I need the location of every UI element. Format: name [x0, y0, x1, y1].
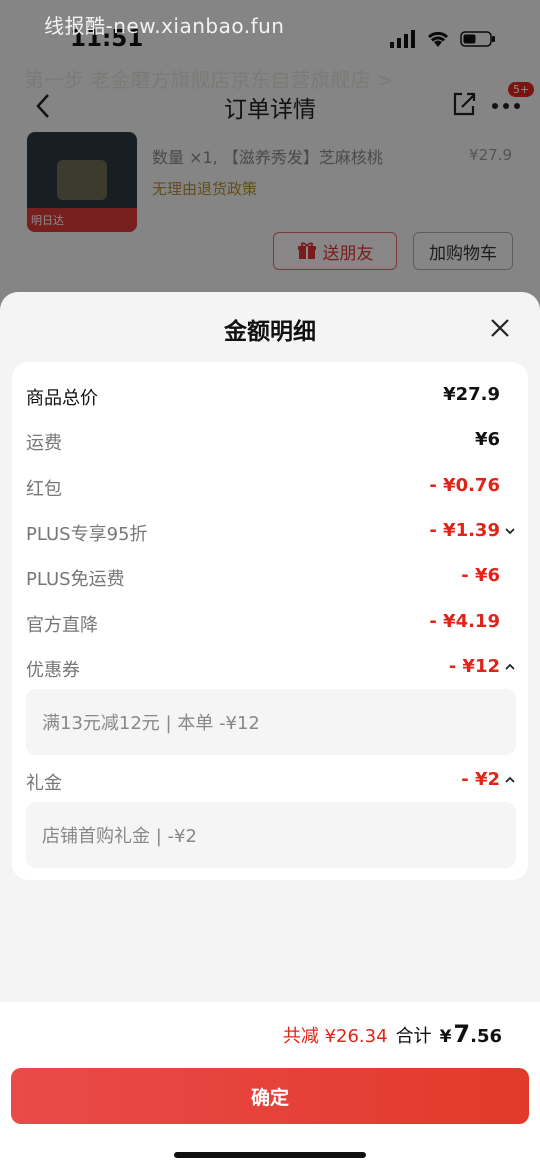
currency-symbol: ¥ — [439, 1027, 452, 1047]
row-label: 礼金 — [26, 773, 62, 794]
row-value: - ¥12 — [448, 656, 500, 677]
amount-detail-card: 商品总价 ¥27.9 运费 ¥6 红包 - ¥0.76 PLUS专享95折 - … — [12, 362, 528, 880]
row-value: - ¥1.39 — [429, 520, 500, 541]
modal-overlay[interactable] — [0, 0, 540, 330]
row-label: PLUS专享95折 — [26, 524, 148, 545]
gift-money-detail-text: 店铺首购礼金 | -¥2 — [42, 826, 197, 847]
chevron-down-icon[interactable] — [504, 526, 516, 536]
home-indicator — [174, 1152, 366, 1158]
row-value: - ¥6 — [461, 565, 500, 586]
coupon-detail-text: 满13元减12元 | 本单 -¥12 — [42, 713, 260, 734]
total-amount-decimal: .56 — [470, 1026, 502, 1047]
row-goods-total: 商品总价 ¥27.9 — [12, 380, 528, 410]
row-plus-discount[interactable]: PLUS专享95折 - ¥1.39 — [12, 516, 528, 546]
chevron-up-icon[interactable] — [504, 775, 516, 785]
row-value: ¥6 — [474, 429, 500, 450]
row-gift-money[interactable]: 礼金 - ¥2 — [12, 765, 528, 795]
coupon-detail: 满13元减12元 | 本单 -¥12 — [26, 689, 516, 755]
row-value: - ¥0.76 — [429, 475, 500, 496]
total-label: 合计 — [395, 1026, 432, 1047]
row-coupon[interactable]: 优惠券 - ¥12 — [12, 652, 528, 682]
row-official-discount: 官方直降 - ¥4.19 — [12, 607, 528, 637]
row-label: 红包 — [26, 479, 62, 500]
close-icon[interactable] — [488, 316, 512, 340]
row-label: 优惠券 — [26, 660, 80, 681]
row-value: - ¥2 — [461, 769, 500, 790]
sheet-title: 金额明细 — [224, 319, 316, 345]
row-label: 官方直降 — [26, 615, 98, 636]
total-saved: 共减 ¥26.34 — [282, 1026, 388, 1047]
row-label: 运费 — [26, 433, 62, 454]
row-label: PLUS免运费 — [26, 569, 125, 590]
row-value: - ¥4.19 — [429, 611, 500, 632]
confirm-button[interactable]: 确定 — [11, 1068, 529, 1124]
row-label: 商品总价 — [26, 388, 98, 409]
footer-bar: 共减 ¥26.34 合计 ¥ 7 .56 确定 — [0, 1002, 540, 1170]
watermark-text: 线报酷-new.xianbao.fun — [44, 14, 285, 38]
total-amount-integer: 7 — [453, 1020, 471, 1048]
row-red-packet: 红包 - ¥0.76 — [12, 471, 528, 501]
order-detail-page: 第一步 老金磨方旗舰店京东自营旗舰店 > 11:51 订单详情 5+ 明日达 数… — [0, 0, 540, 330]
sheet-header: 金额明细 — [0, 292, 540, 362]
row-plus-free-shipping: PLUS免运费 - ¥6 — [12, 561, 528, 591]
row-value: ¥27.9 — [443, 384, 500, 405]
gift-money-detail: 店铺首购礼金 | -¥2 — [26, 802, 516, 868]
chevron-up-icon[interactable] — [504, 662, 516, 672]
row-shipping: 运费 ¥6 — [12, 425, 528, 455]
totals: 共减 ¥26.34 合计 ¥ 7 .56 — [283, 1020, 502, 1048]
